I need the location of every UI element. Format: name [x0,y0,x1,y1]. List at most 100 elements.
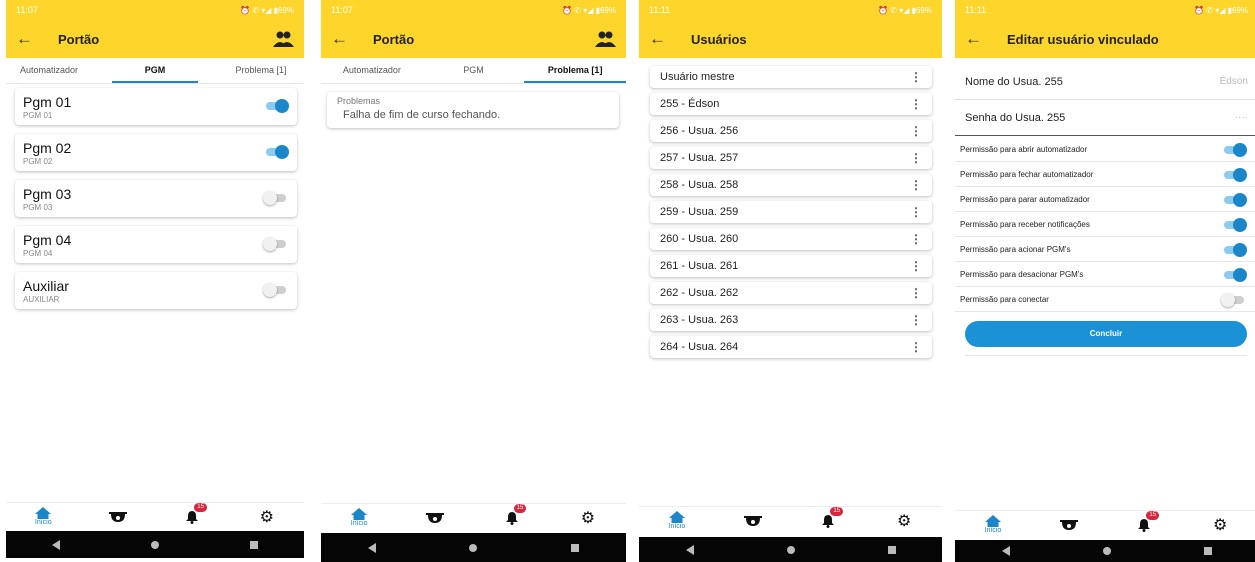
tab-problema[interactable]: Problema [1] [218,58,304,83]
user-item[interactable]: 263 - Usua. 263 ⋮ [650,309,932,331]
divider [965,355,1247,356]
app-bar: ← Portão [321,20,626,58]
back-arrow-icon[interactable]: ← [649,29,679,49]
nav-home[interactable]: Início [339,505,379,531]
nav-settings[interactable]: ⚙ [884,508,924,534]
tab-automatizador[interactable]: Automatizador [321,58,423,83]
user-item[interactable]: 259 - Usua. 259 ⋮ [650,201,932,223]
pgm-toggle[interactable] [263,237,286,251]
tab-pgm[interactable]: PGM [423,58,525,83]
password-field[interactable]: Senha do Usua. 255 ···· [955,100,1255,136]
permission-toggle[interactable] [1224,268,1247,282]
permission-toggle[interactable] [1224,243,1247,257]
pgm-name: Pgm 04 [23,232,72,248]
home-icon [668,511,685,523]
back-arrow-icon[interactable]: ← [16,29,46,49]
system-home-icon[interactable] [786,545,795,554]
system-back-icon[interactable] [367,542,376,553]
more-vert-icon[interactable]: ⋮ [910,205,922,219]
permission-row: Permissão para parar automatizador [955,187,1255,212]
permission-toggle[interactable] [1224,168,1247,182]
system-back-icon[interactable] [685,544,694,555]
nav-settings[interactable]: ⚙ [247,504,287,530]
more-vert-icon[interactable]: ⋮ [910,97,922,111]
system-home-icon[interactable] [1102,547,1111,555]
nav-notifications[interactable]: 15 [172,502,212,530]
system-recents-icon[interactable] [887,545,896,554]
tab-pgm[interactable]: PGM [112,58,198,83]
nav-camera[interactable] [415,505,455,531]
nav-home-label: Início [668,523,686,530]
nav-home[interactable]: Início [973,512,1013,538]
pgm-sub: PGM 03 [23,203,53,212]
user-item[interactable]: 262 - Usua. 262 ⋮ [650,282,932,304]
permission-toggle[interactable] [1224,193,1247,207]
nav-notifications[interactable]: 15 [1124,510,1164,538]
user-item[interactable]: 257 - Usua. 257 ⋮ [650,147,932,169]
more-vert-icon[interactable]: ⋮ [910,151,922,165]
users-icon[interactable] [272,31,294,47]
back-arrow-icon[interactable]: ← [965,29,995,49]
more-vert-icon[interactable]: ⋮ [910,286,922,300]
bell-icon [822,514,835,528]
home-icon [351,508,368,520]
user-item-master[interactable]: Usuário mestre ⋮ [650,66,932,88]
more-vert-icon[interactable]: ⋮ [910,124,922,138]
name-field-value[interactable]: Édson [1220,76,1248,87]
concluir-button[interactable]: Concluir [965,321,1247,347]
system-back-icon[interactable] [51,539,60,550]
more-vert-icon[interactable]: ⋮ [910,259,922,273]
nav-settings[interactable]: ⚙ [568,505,608,531]
status-time: 11:07 [331,5,353,15]
pgm-name: Pgm 03 [23,186,72,202]
nav-home-label: Início [350,520,368,527]
user-item[interactable]: 255 - Édson ⋮ [650,93,932,115]
pgm-toggle[interactable] [266,99,289,113]
nav-home[interactable]: Início [23,504,63,530]
name-field[interactable]: Nome do Usua. 255 Édson [955,64,1255,100]
more-vert-icon[interactable]: ⋮ [910,70,922,84]
system-back-icon[interactable] [1001,546,1010,556]
status-time: 11:07 [16,5,38,15]
permission-label: Permissão para conectar [960,294,1049,304]
pgm-toggle[interactable] [263,191,286,205]
permission-toggle[interactable] [1224,143,1247,157]
user-item[interactable]: 260 - Usua. 260 ⋮ [650,228,932,250]
user-item[interactable]: 256 - Usua. 256 ⋮ [650,120,932,142]
more-vert-icon[interactable]: ⋮ [910,232,922,246]
system-recents-icon[interactable] [571,543,580,552]
nav-camera[interactable] [98,504,138,530]
back-arrow-icon[interactable]: ← [331,29,361,49]
user-item[interactable]: 258 - Usua. 258 ⋮ [650,174,932,196]
nav-settings[interactable]: ⚙ [1200,512,1240,538]
system-recents-icon[interactable] [1203,547,1212,555]
nav-camera[interactable] [1049,512,1089,538]
system-home-icon[interactable] [150,540,159,549]
nav-camera[interactable] [733,508,773,534]
more-vert-icon[interactable]: ⋮ [910,178,922,192]
nav-home[interactable]: Início [657,508,697,534]
tab-bar: Automatizador PGM Problema [1] [6,58,304,84]
pgm-toggle[interactable] [263,283,286,297]
permission-toggle[interactable] [1221,293,1244,307]
camera-dome-icon [743,515,762,526]
problem-label: Problemas [337,96,381,106]
permission-row: Permissão para receber notificações [955,212,1255,237]
tab-problema[interactable]: Problema [1] [524,58,626,83]
user-name: 255 - Édson [660,98,720,110]
nav-notifications[interactable]: 15 [492,503,532,531]
pgm-toggle[interactable] [266,145,289,159]
user-item[interactable]: 264 - Usua. 264 ⋮ [650,336,932,358]
nav-notifications[interactable]: 15 [808,506,848,534]
more-vert-icon[interactable]: ⋮ [910,340,922,354]
password-field-value[interactable]: ···· [1235,112,1248,123]
more-vert-icon[interactable]: ⋮ [910,313,922,327]
system-home-icon[interactable] [469,543,478,552]
user-item[interactable]: 261 - Usua. 261 ⋮ [650,255,932,277]
nav-home-label: Início [984,527,1002,534]
system-recents-icon[interactable] [250,540,259,549]
tab-automatizador[interactable]: Automatizador [6,58,92,83]
pgm-name: Pgm 02 [23,140,72,156]
users-icon[interactable] [594,31,616,47]
permission-toggle[interactable] [1224,218,1247,232]
